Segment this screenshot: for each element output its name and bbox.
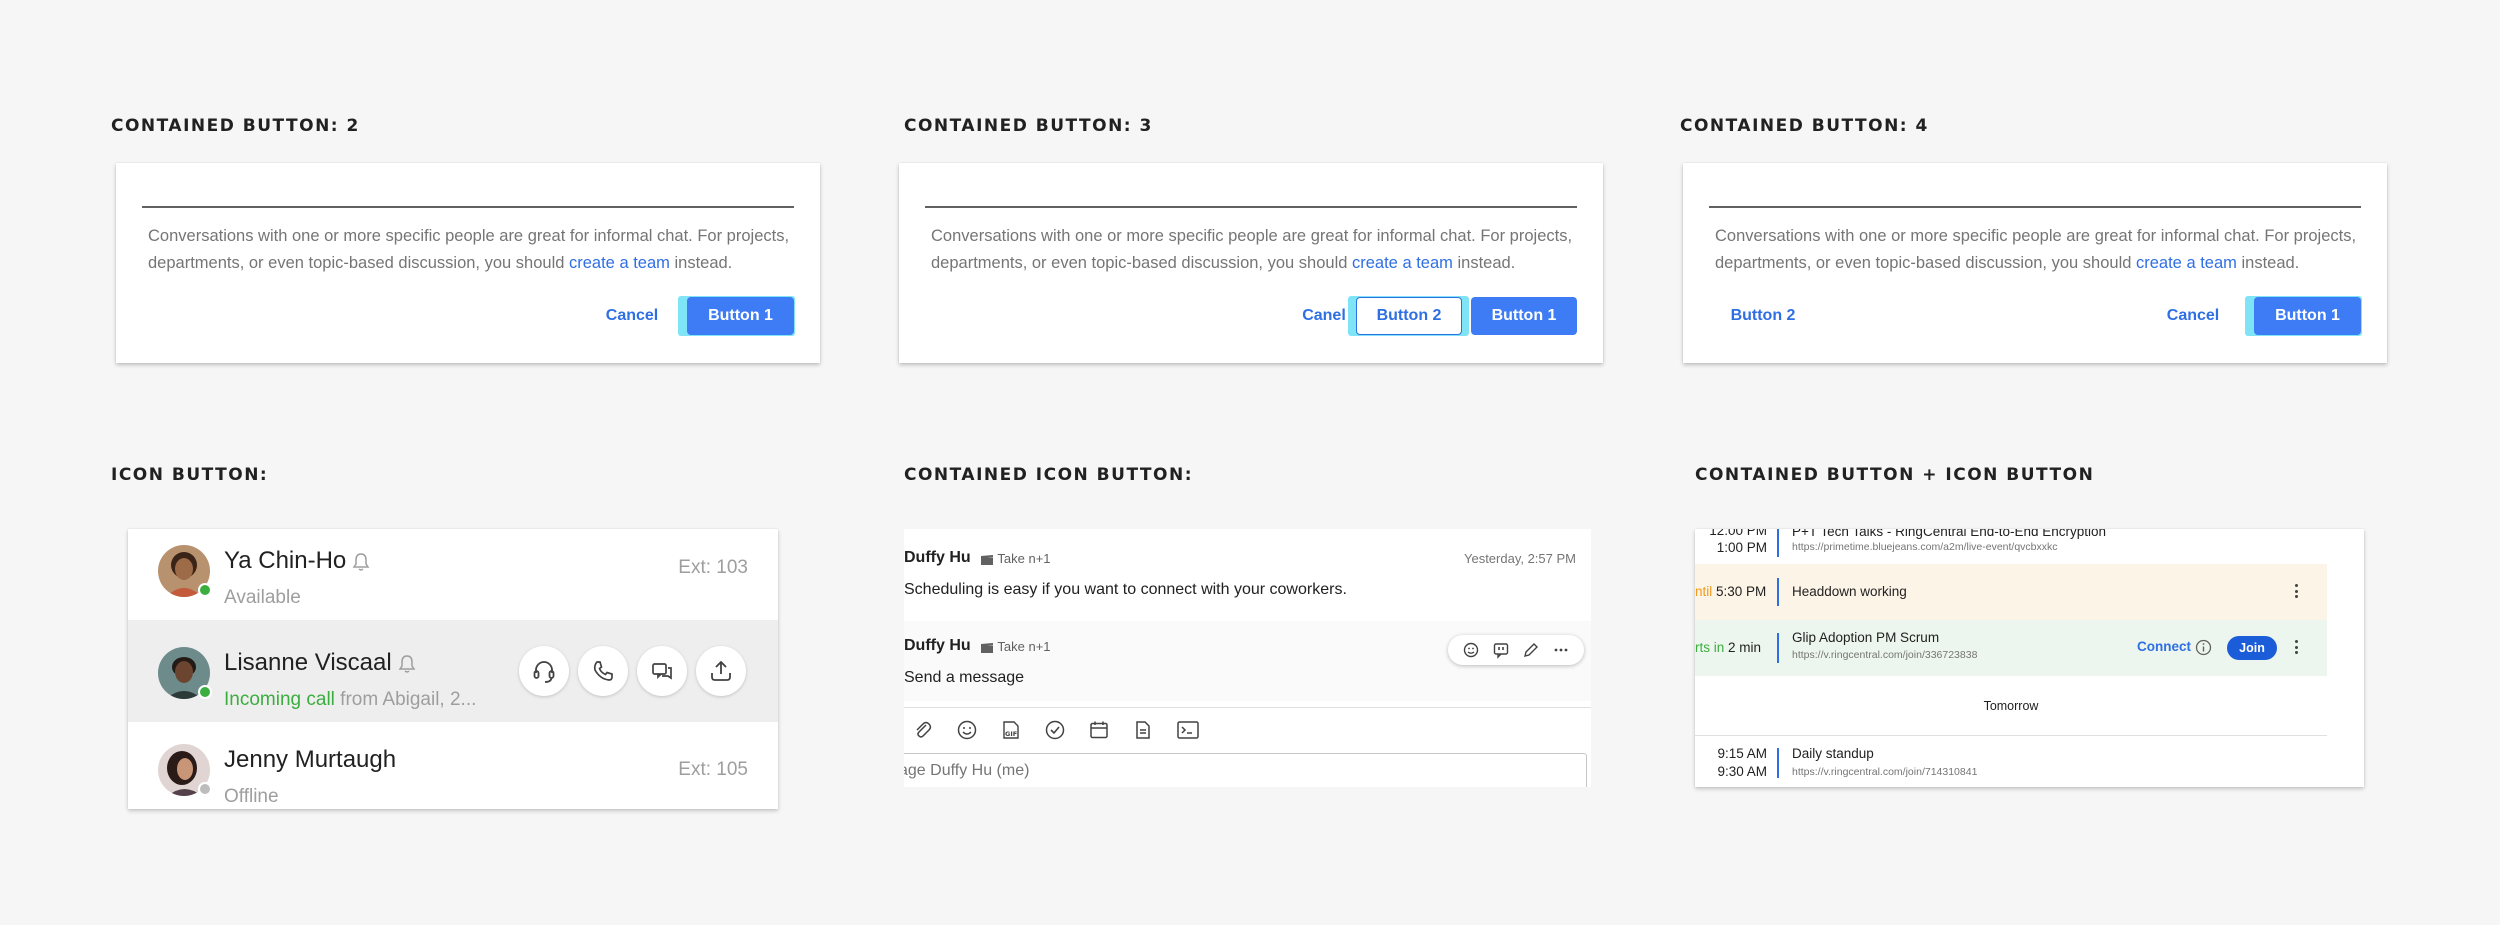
call-button[interactable] — [578, 646, 628, 696]
message-author: Duffy Hu — [904, 637, 971, 654]
section-title-contained-plus-icon: CONTAINED BUTTON + ICON BUTTON — [1695, 465, 2095, 485]
extension: Ext: 103 — [678, 557, 748, 578]
event-color-bar — [1777, 748, 1779, 778]
message-action-bar — [1448, 635, 1584, 665]
contact-row[interactable]: Ya Chin-Ho Available Ext: 103 — [128, 529, 778, 630]
phone-icon — [593, 661, 613, 681]
button-1[interactable]: Button 1 — [1471, 297, 1577, 335]
calendar-icon[interactable] — [1088, 719, 1110, 741]
headset-button[interactable] — [519, 646, 569, 696]
event-row[interactable]: 9:15 AM 9:30 AM Daily standup https://v.… — [1695, 740, 2327, 787]
chat-icon — [652, 663, 672, 680]
event-url[interactable]: https://v.ringcentral.com/join/714310841 — [1792, 766, 1977, 778]
bell-icon — [352, 552, 370, 571]
day-divider: Tomorrow — [1983, 699, 2039, 713]
create-team-link[interactable]: create a team — [2136, 254, 2237, 272]
extension: Ext: 105 — [678, 759, 748, 780]
message-text: Send a message — [904, 669, 1025, 686]
clapper-icon — [981, 554, 993, 565]
dialog-body: Conversations with one or more specific … — [1715, 227, 2357, 272]
dialog-body: Conversations with one or more specific … — [148, 227, 790, 272]
divider — [1695, 735, 2327, 736]
dialog-contained-3: Conversations with one or more specific … — [899, 163, 1603, 363]
code-snippet-icon[interactable] — [1176, 719, 1200, 741]
message-meta: Take n+1 — [980, 551, 1051, 566]
button-2[interactable]: Button 2 — [1713, 297, 1813, 335]
join-button[interactable]: Join — [2227, 636, 2277, 660]
button-2[interactable]: Button 2 — [1356, 297, 1462, 335]
quote-icon[interactable] — [1492, 641, 1510, 659]
message-time: Yesterday, 2:57 PM — [1463, 551, 1576, 566]
edit-icon[interactable] — [1522, 641, 1540, 659]
input-underline — [925, 206, 1577, 208]
button-1[interactable]: Button 1 — [687, 297, 794, 335]
divider — [904, 707, 1591, 708]
connect-button[interactable]: Connect — [2137, 639, 2191, 654]
headset-icon — [533, 661, 555, 683]
event-title: Daily standup — [1792, 746, 1874, 761]
message-text: Scheduling is easy if you want to connec… — [904, 581, 1347, 598]
section-title-contained-icon-button: CONTAINED ICON BUTTON: — [904, 465, 1194, 485]
more-icon[interactable] — [2295, 584, 2299, 601]
input-underline — [142, 206, 794, 208]
presence-dot — [198, 583, 212, 597]
message-button[interactable] — [637, 646, 687, 696]
contact-name: Lisanne Viscaal — [224, 649, 416, 677]
message-input[interactable]: age Duffy Hu (me) — [904, 753, 1587, 787]
attachment-icon[interactable] — [912, 719, 934, 741]
dialog-contained-2: Conversations with one or more specific … — [116, 163, 820, 363]
more-icon[interactable] — [1552, 641, 1570, 659]
bell-icon — [398, 654, 416, 673]
clapper-icon — [981, 642, 993, 653]
contact-list-panel: Ya Chin-Ho Available Ext: 103 Lisanne Vi… — [128, 529, 778, 809]
contact-name: Ya Chin-Ho — [224, 547, 370, 575]
event-color-bar — [1777, 633, 1779, 663]
event-url[interactable]: https://primetime.bluejeans.com/a2m/live… — [1792, 541, 2058, 553]
event-row[interactable]: 12:00 PM 1:00 PM P+T Tech Talks - RingCe… — [1695, 529, 2327, 560]
button-1[interactable]: Button 1 — [2254, 297, 2361, 335]
emoji-icon[interactable] — [956, 719, 978, 741]
create-team-link[interactable]: create a team — [1352, 254, 1453, 272]
message-meta: Take n+1 — [980, 639, 1051, 654]
upload-icon — [711, 660, 731, 681]
info-icon[interactable] — [2195, 639, 2212, 656]
note-icon[interactable] — [1132, 719, 1154, 741]
contact-status: Incoming call from Abigail, 2... — [224, 689, 477, 710]
event-url[interactable]: https://v.ringcentral.com/join/336723838 — [1792, 649, 1977, 661]
emoji-icon[interactable] — [1462, 641, 1480, 659]
transfer-button[interactable] — [696, 646, 746, 696]
task-icon[interactable] — [1044, 719, 1066, 741]
contact-row-active[interactable]: Lisanne Viscaal Incoming call from Abiga… — [128, 620, 778, 722]
dialog-body: Conversations with one or more specific … — [931, 227, 1573, 272]
message-author: Duffy Hu — [904, 549, 971, 566]
gif-icon[interactable]: GIF — [1000, 719, 1022, 741]
contact-name: Jenny Murtaugh — [224, 746, 397, 773]
create-team-link[interactable]: create a team — [569, 254, 670, 272]
event-title: P+T Tech Talks - RingCentral End-to-End … — [1792, 529, 2107, 539]
event-title: Headdown working — [1792, 584, 1907, 599]
more-icon[interactable] — [2295, 640, 2299, 657]
section-title-contained-2: CONTAINED BUTTON: 2 — [111, 116, 360, 136]
dialog-contained-4: Conversations with one or more specific … — [1683, 163, 2387, 363]
chat-panel: Duffy Hu Take n+1 Yesterday, 2:57 PM Sch… — [904, 529, 1591, 787]
event-title: Glip Adoption PM Scrum — [1792, 630, 1940, 645]
cancel-button[interactable]: Cancel — [582, 297, 682, 335]
calendar-panel: 12:00 PM 1:00 PM P+T Tech Talks - RingCe… — [1695, 529, 2364, 787]
cancel-button[interactable]: Cancel — [2143, 297, 2243, 335]
event-row-starting[interactable]: rts in 2 min Glip Adoption PM Scrum http… — [1695, 620, 2327, 676]
section-title-icon-button: ICON BUTTON: — [111, 465, 269, 485]
event-color-bar — [1777, 578, 1779, 606]
contact-status: Available — [224, 587, 301, 608]
section-title-contained-4: CONTAINED BUTTON: 4 — [1680, 116, 1929, 136]
presence-dot — [198, 685, 212, 699]
contact-row[interactable]: Jenny Murtaugh Offline Ext: 105 — [128, 722, 778, 809]
section-title-contained-3: CONTAINED BUTTON: 3 — [904, 116, 1153, 136]
presence-dot — [198, 782, 212, 796]
event-row-in-progress[interactable]: ntil 5:30 PM Headdown working — [1695, 564, 2327, 620]
svg-text:GIF: GIF — [1005, 730, 1017, 738]
event-color-bar — [1777, 529, 1779, 557]
contact-status: Offline — [224, 786, 279, 807]
input-underline — [1709, 206, 2361, 208]
